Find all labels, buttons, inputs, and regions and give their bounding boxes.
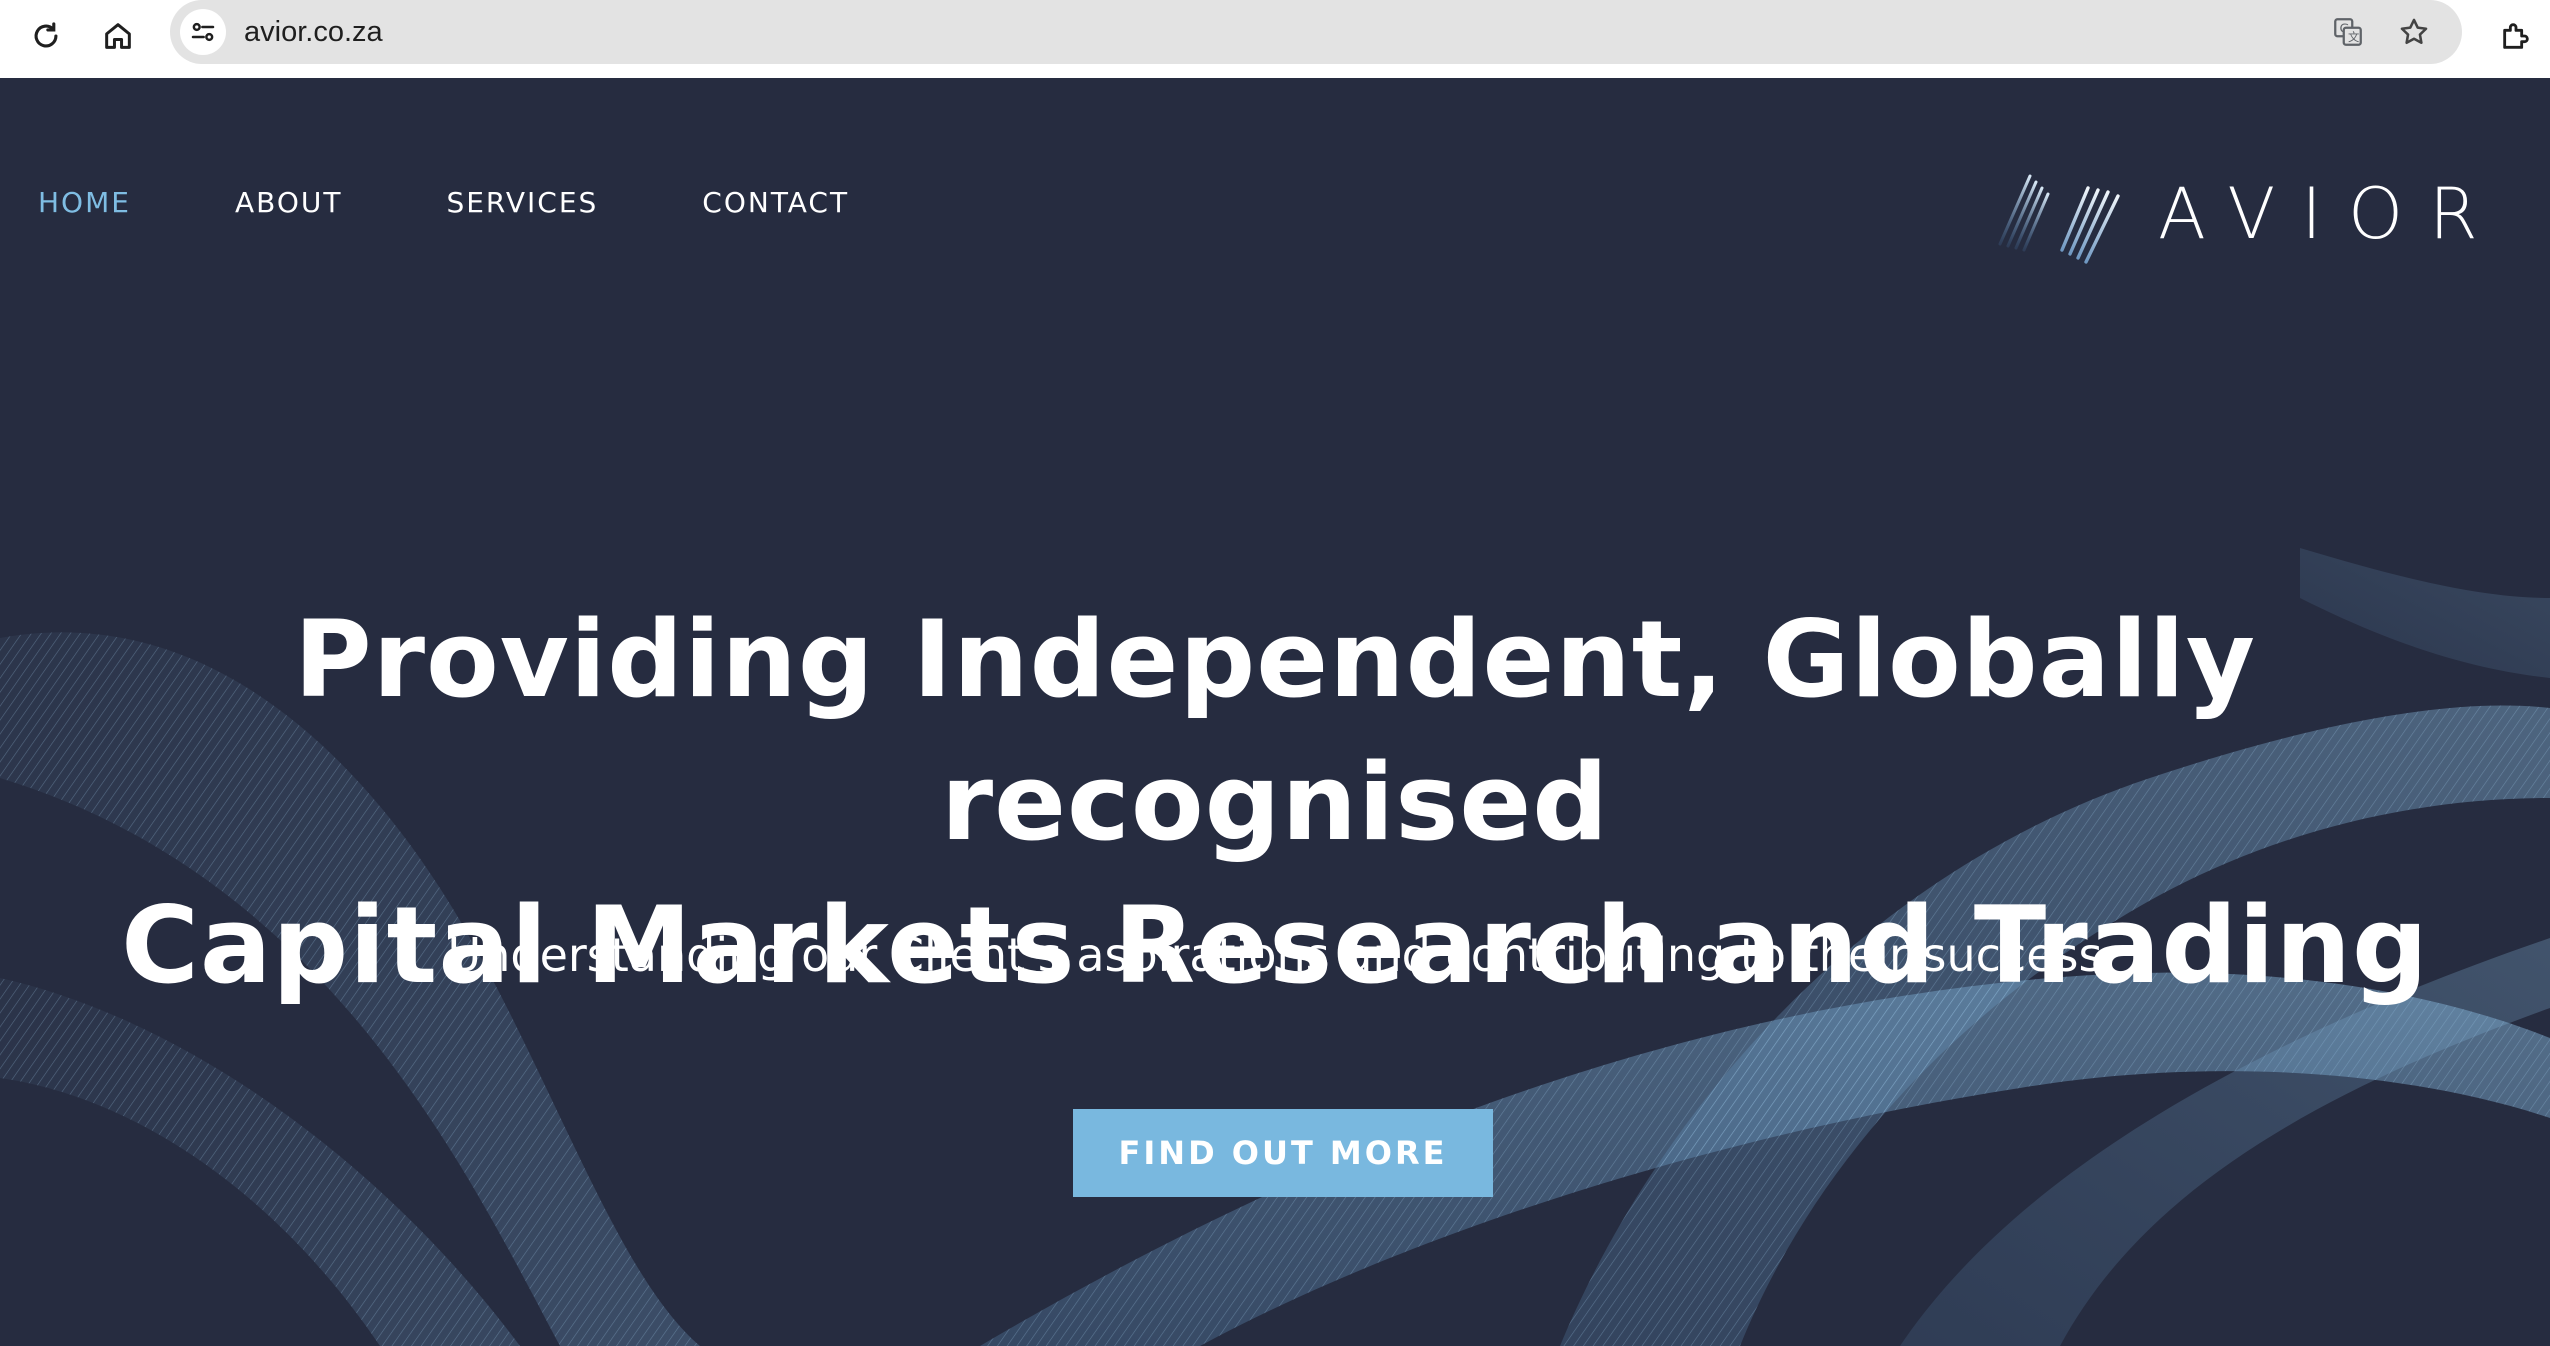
nav-contact[interactable]: CONTACT (702, 186, 849, 220)
logo-stripes-icon (1998, 174, 2120, 264)
url-text[interactable]: avior.co.za (244, 13, 383, 51)
bookmark-star-icon[interactable] (2392, 10, 2436, 54)
hero-title-line-1: Providing Independent, Globally recognis… (294, 598, 2256, 864)
nav-services[interactable]: SERVICES (446, 186, 598, 220)
nav-home[interactable]: HOME (38, 186, 131, 220)
main-nav: HOME ABOUT SERVICES CONTACT (38, 186, 953, 220)
browser-toolbar: avior.co.za G 文 (0, 0, 2550, 78)
translate-icon[interactable]: G 文 (2326, 10, 2370, 54)
reload-icon[interactable] (20, 10, 72, 62)
extensions-icon[interactable] (2490, 10, 2542, 62)
logo-text: AVIOR (2158, 173, 2504, 255)
hero-section: HOME ABOUT SERVICES CONTACT AVIOR Provid… (0, 78, 2550, 1346)
hero-subtitle: Understanding our Client's aspirations a… (447, 928, 2103, 982)
svg-text:文: 文 (2348, 30, 2359, 44)
home-icon[interactable] (92, 10, 144, 62)
find-out-more-button[interactable]: FIND OUT MORE (1073, 1109, 1493, 1197)
address-bar[interactable]: avior.co.za G 文 (170, 0, 2462, 64)
site-info-icon[interactable] (180, 9, 226, 55)
nav-about[interactable]: ABOUT (235, 186, 343, 220)
avior-logo[interactable]: AVIOR (1990, 156, 2480, 276)
